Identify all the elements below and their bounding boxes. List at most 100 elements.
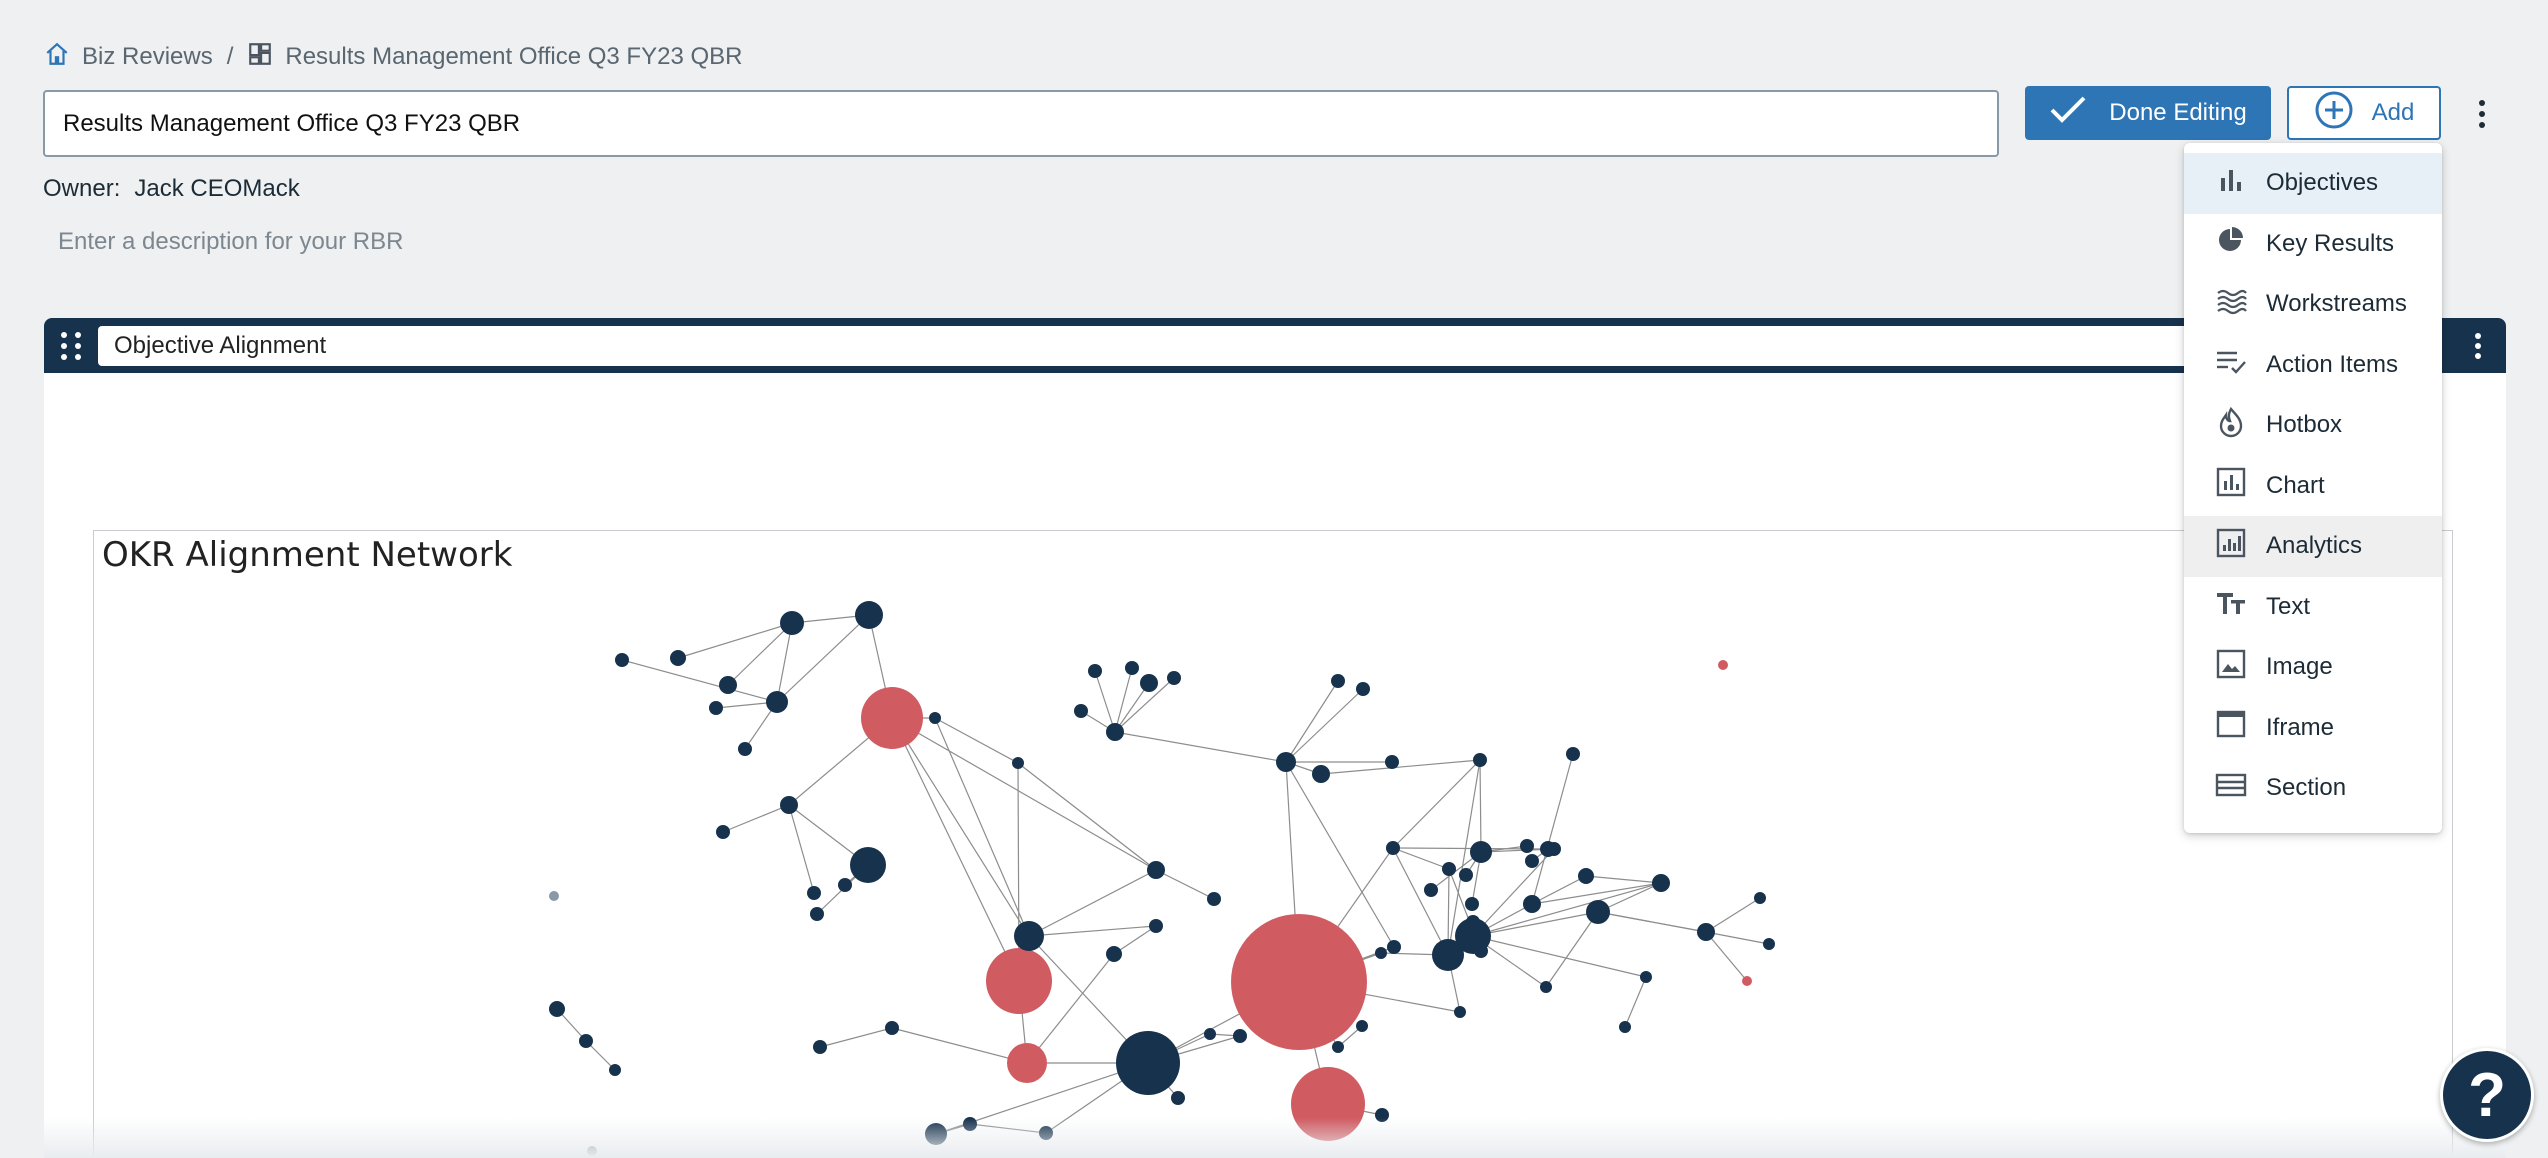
objective-node[interactable] <box>1106 723 1124 741</box>
objective-node[interactable] <box>1387 940 1401 954</box>
description-placeholder[interactable]: Enter a description for your RBR <box>58 228 403 256</box>
objective-node[interactable] <box>1578 868 1594 884</box>
objective-node[interactable] <box>1465 897 1479 911</box>
objective-node[interactable] <box>1332 1041 1344 1053</box>
objective-node[interactable] <box>850 847 886 883</box>
objective-node[interactable] <box>780 611 804 635</box>
objective-node[interactable] <box>1566 747 1580 761</box>
objective-node-red[interactable] <box>1718 660 1728 670</box>
menu-item-label: Workstreams <box>2266 290 2407 318</box>
menu-item-text[interactable]: Text <box>2184 577 2442 638</box>
objective-node[interactable] <box>810 907 824 921</box>
objective-node[interactable] <box>1074 704 1088 718</box>
objective-node[interactable] <box>738 742 752 756</box>
objective-node[interactable] <box>1312 765 1330 783</box>
objective-node[interactable] <box>549 1001 565 1017</box>
objective-node[interactable] <box>1204 1028 1216 1040</box>
objective-node[interactable] <box>1233 1029 1247 1043</box>
objective-node[interactable] <box>1125 661 1139 675</box>
objective-node[interactable] <box>1375 947 1387 959</box>
objective-node[interactable] <box>1455 918 1491 954</box>
section-title-input[interactable] <box>98 325 2412 366</box>
objective-node[interactable] <box>1012 757 1024 769</box>
objective-node[interactable] <box>1473 753 1487 767</box>
objective-node[interactable] <box>1116 1031 1180 1095</box>
objective-node[interactable] <box>1106 946 1122 962</box>
objective-node[interactable] <box>1652 874 1670 892</box>
objective-node[interactable] <box>1540 981 1552 993</box>
objective-node-red[interactable] <box>986 948 1052 1014</box>
objective-node[interactable] <box>1356 1020 1368 1032</box>
objective-node[interactable] <box>885 1021 899 1035</box>
objective-node[interactable] <box>1459 868 1473 882</box>
objective-node[interactable] <box>1140 674 1158 692</box>
objective-node[interactable] <box>549 891 559 901</box>
objective-node-red[interactable] <box>1231 914 1367 1050</box>
objective-node[interactable] <box>1540 841 1556 857</box>
objective-node[interactable] <box>838 878 852 892</box>
menu-item-iframe[interactable]: Iframe <box>2184 698 2442 759</box>
menu-item-chart[interactable]: Chart <box>2184 456 2442 517</box>
objective-node[interactable] <box>1207 892 1221 906</box>
objective-node[interactable] <box>1356 682 1370 696</box>
objective-node[interactable] <box>1586 900 1610 924</box>
objective-node[interactable] <box>1385 755 1399 769</box>
objective-node[interactable] <box>1454 1006 1466 1018</box>
objective-node[interactable] <box>609 1064 621 1076</box>
objective-node-red[interactable] <box>861 687 923 749</box>
menu-item-action-items[interactable]: Action Items <box>2184 335 2442 396</box>
done-editing-button[interactable]: Done Editing <box>2025 86 2271 140</box>
objective-node[interactable] <box>766 691 788 713</box>
add-button[interactable]: Add <box>2287 86 2441 140</box>
objective-node[interactable] <box>929 712 941 724</box>
objective-node-red[interactable] <box>1007 1043 1047 1083</box>
objective-node[interactable] <box>1763 938 1775 950</box>
more-options-icon[interactable] <box>2469 96 2495 132</box>
objective-node[interactable] <box>615 653 629 667</box>
objective-node[interactable] <box>813 1040 827 1054</box>
menu-item-image[interactable]: Image <box>2184 637 2442 698</box>
objective-node[interactable] <box>1470 841 1492 863</box>
menu-item-analytics[interactable]: Analytics <box>2184 516 2442 577</box>
objective-node[interactable] <box>1386 841 1400 855</box>
objective-node[interactable] <box>1523 895 1541 913</box>
okr-network-graph[interactable] <box>94 531 2454 1158</box>
menu-item-objectives[interactable]: Objectives <box>2184 153 2442 214</box>
menu-item-hotbox[interactable]: Hotbox <box>2184 395 2442 456</box>
menu-item-workstreams[interactable]: Workstreams <box>2184 274 2442 335</box>
objective-node[interactable] <box>670 650 686 666</box>
objective-node[interactable] <box>1171 1091 1185 1105</box>
objective-node[interactable] <box>716 825 730 839</box>
objective-node[interactable] <box>1276 752 1296 772</box>
menu-item-section[interactable]: Section <box>2184 758 2442 819</box>
objective-node[interactable] <box>1520 839 1534 853</box>
objective-node[interactable] <box>1697 923 1715 941</box>
objective-node[interactable] <box>1147 861 1165 879</box>
rbr-title-input[interactable] <box>43 90 1999 157</box>
objective-node[interactable] <box>709 701 723 715</box>
objective-node[interactable] <box>719 676 737 694</box>
objective-node[interactable] <box>1331 674 1345 688</box>
objective-node[interactable] <box>579 1034 593 1048</box>
objective-node[interactable] <box>1088 664 1102 678</box>
drag-handle-icon[interactable] <box>60 331 82 360</box>
objective-node[interactable] <box>1754 892 1766 904</box>
bar-chart-icon <box>2214 163 2248 204</box>
breadcrumb-biz-reviews[interactable]: Biz Reviews <box>44 41 213 74</box>
objective-node[interactable] <box>807 886 821 900</box>
breadcrumb-root-label[interactable]: Biz Reviews <box>82 43 213 71</box>
section-more-options-icon[interactable] <box>2468 330 2488 362</box>
objective-node[interactable] <box>1424 883 1438 897</box>
objective-node[interactable] <box>1525 854 1539 868</box>
objective-node[interactable] <box>1149 919 1163 933</box>
objective-node[interactable] <box>1167 671 1181 685</box>
objective-node[interactable] <box>1619 1021 1631 1033</box>
objective-node-red[interactable] <box>1742 976 1752 986</box>
help-button[interactable]: ? <box>2440 1048 2534 1142</box>
objective-node[interactable] <box>780 796 798 814</box>
objective-node[interactable] <box>1014 921 1044 951</box>
objective-node[interactable] <box>1442 862 1456 876</box>
menu-item-key-results[interactable]: Key Results <box>2184 214 2442 275</box>
objective-node[interactable] <box>855 601 883 629</box>
objective-node[interactable] <box>1640 971 1652 983</box>
